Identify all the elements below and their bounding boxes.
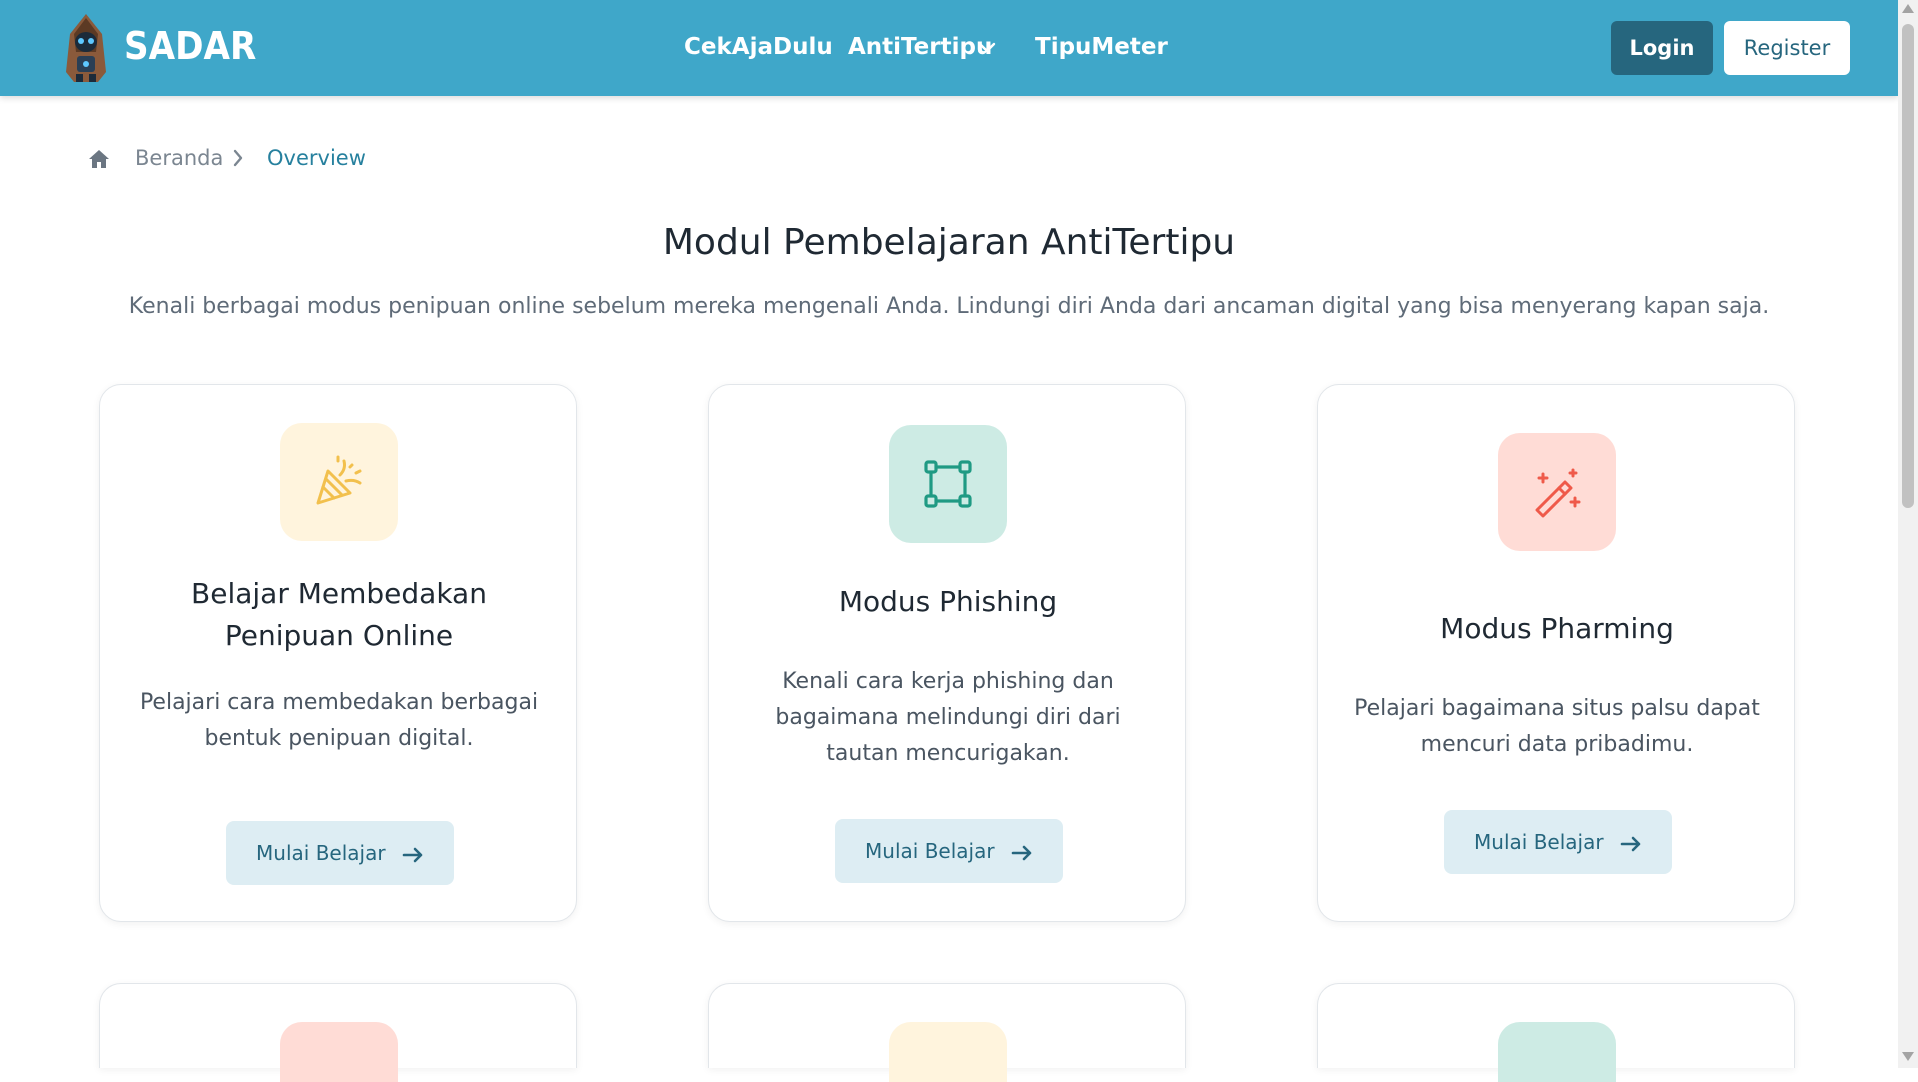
icon-tile (280, 1022, 398, 1082)
mulai-belajar-button[interactable]: Mulai Belajar (1444, 810, 1672, 874)
top-navbar: SADAR CekAjaDulu AntiTertipu TipuMeter L… (0, 0, 1898, 96)
chevron-down-icon[interactable] (978, 42, 996, 54)
nav-tipumeter[interactable]: TipuMeter (1035, 34, 1168, 60)
module-card-belajar-membedakan: Belajar Membedakan Penipuan Online Pelaj… (99, 384, 577, 922)
arrow-right-icon (402, 847, 423, 862)
mulai-belajar-button[interactable]: Mulai Belajar (226, 821, 454, 885)
card-description: Pelajari bagaimana situs palsu dapat men… (1354, 696, 1760, 757)
button-label: Mulai Belajar (1474, 830, 1604, 854)
nav-antitertipu[interactable]: AntiTertipu (848, 34, 992, 60)
icon-tile (889, 425, 1007, 543)
arrow-right-icon (1011, 845, 1032, 860)
brand-name[interactable]: SADAR (124, 24, 256, 68)
magic-wand-icon (1535, 468, 1581, 518)
module-card-partial (1317, 983, 1795, 1082)
icon-tile (889, 1022, 1007, 1082)
scroll-up-arrow-icon[interactable] (1902, 4, 1914, 13)
nav-cekajadulu[interactable]: CekAjaDulu (684, 34, 833, 60)
breadcrumb-overview: Overview (267, 146, 366, 170)
icon-tile (280, 423, 398, 541)
button-label: Mulai Belajar (865, 839, 995, 863)
scroll-down-arrow-icon[interactable] (1902, 1052, 1914, 1061)
card-description: Pelajari cara membedakan berbagai bentuk… (139, 690, 539, 751)
hooded-robot-logo-icon[interactable] (62, 12, 110, 84)
icon-tile (1498, 1022, 1616, 1082)
scrollbar-thumb[interactable] (1902, 24, 1914, 508)
module-card-partial (99, 983, 577, 1082)
card-title: Modus Phishing (838, 585, 1058, 618)
breadcrumb-beranda[interactable]: Beranda (135, 146, 223, 170)
button-label: Mulai Belajar (256, 841, 386, 865)
login-button[interactable]: Login (1611, 21, 1713, 75)
register-button[interactable]: Register (1724, 21, 1850, 75)
icon-tile (1498, 433, 1616, 551)
module-card-phishing: Modus Phishing Kenali cara kerja phishin… (708, 384, 1186, 922)
page-title: Modul Pembelajaran AntiTertipu (662, 222, 1236, 263)
module-card-partial (708, 983, 1186, 1082)
home-icon[interactable] (88, 149, 110, 169)
arrow-right-icon (1620, 836, 1641, 851)
card-title: Modus Pharming (1440, 612, 1674, 645)
card-description: Kenali cara kerja phishing dan bagaimana… (775, 669, 1121, 766)
chevron-right-icon (233, 149, 243, 167)
module-card-pharming: Modus Pharming Pelajari bagaimana situs … (1317, 384, 1795, 922)
mulai-belajar-button[interactable]: Mulai Belajar (835, 819, 1063, 883)
page-subtitle: Kenali berbagai modus penipuan online se… (128, 294, 1770, 319)
bounding-box-icon (924, 460, 972, 508)
card-title: Belajar Membedakan Penipuan Online (191, 577, 487, 652)
party-popper-icon (316, 455, 362, 505)
